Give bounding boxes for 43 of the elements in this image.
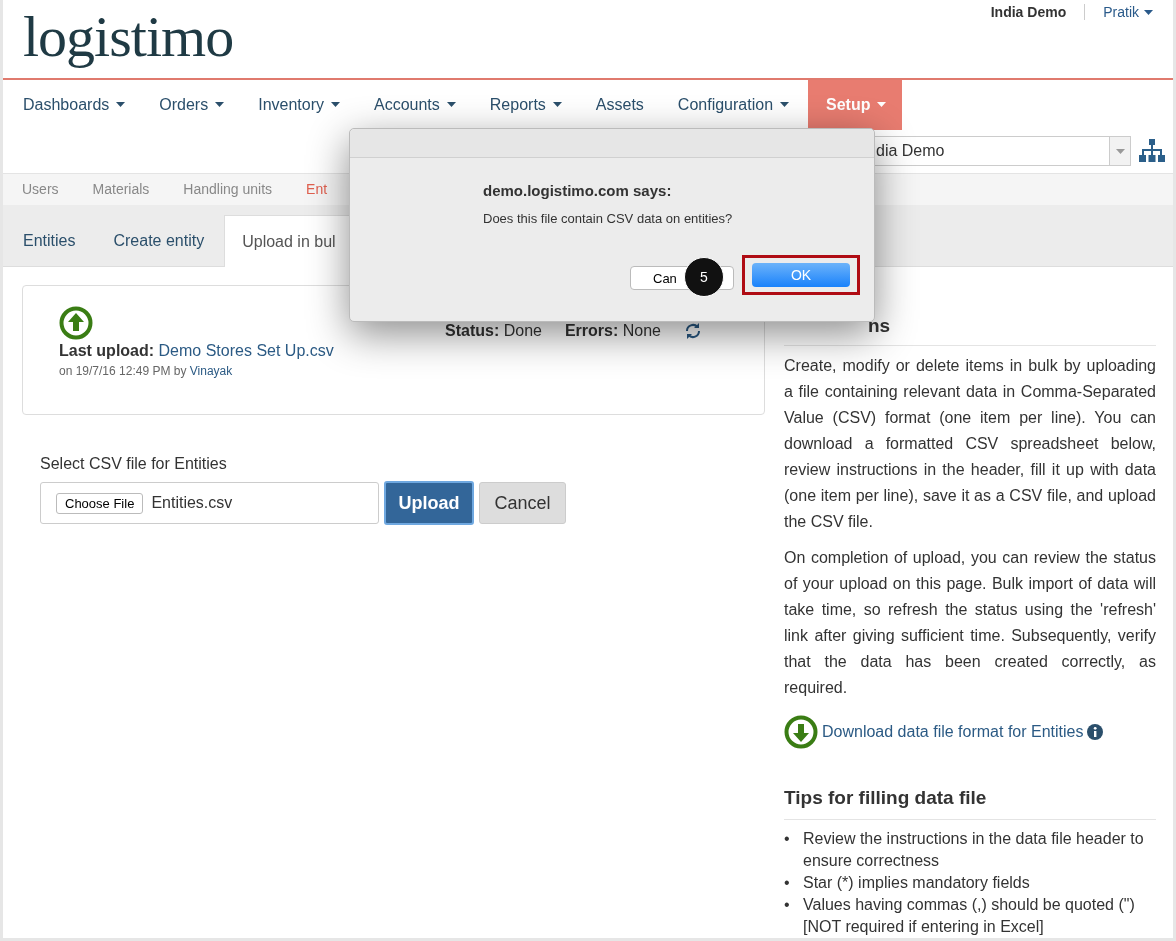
step-badge-tooltip: 5 [684,257,724,297]
choose-file-button[interactable]: Choose File [56,492,144,514]
nav-tab[interactable]: Inventory [240,79,356,130]
file-field[interactable]: Choose File Entities.csv [40,482,379,524]
file-link[interactable]: Demo Stores Set Up.csv [158,342,334,359]
user-menu[interactable]: Pratik [1103,4,1173,20]
nav-tab[interactable]: Accounts [356,79,472,130]
last-upload-text: Last upload: Demo Stores Set Up.csv [59,342,335,360]
hierarchy-icon[interactable] [1139,139,1165,164]
nav-tab[interactable]: Dashboards [5,79,142,130]
user-link[interactable]: Vinayak [189,364,233,378]
dropdown-icon [1115,148,1125,154]
download-icon [784,715,818,749]
upload-button[interactable]: Upload [384,481,474,525]
bullet: • [784,895,791,915]
tip-item: Values having commas (,) should be quoted (") [NOT required if entering in Excel] [803,895,1136,937]
logo: logistimo [23,3,234,71]
refresh-icon[interactable] [684,322,702,340]
errors-text: Errors: None [564,322,661,340]
caret-icon [1144,9,1153,15]
section-heading: Tips for filling data file [784,787,1156,820]
tip-item: Review the instructions in the data file header to ensure correctness [803,829,1145,871]
upload-icon [59,306,93,340]
nav-tab[interactable]: Assets [577,79,660,130]
dialog-message: Does this file contain CSV data on entities? [483,211,734,226]
cancel-button[interactable]: Cancel [479,482,566,524]
status-text: Status: Done [445,322,542,340]
tip-item: Star (*) implies mandatory fields [803,873,1030,893]
tab[interactable]: Create entity [95,215,223,266]
field-label: Select CSV file for Entities [40,455,228,473]
bullet: • [784,829,791,849]
bullet: • [784,873,791,893]
upload-meta-text: on 19/7/16 12:49 PM by Vinayak [59,364,234,378]
download-link[interactable]: Download data file format for Entities [822,723,1084,741]
info-icon[interactable] [1087,724,1104,740]
dialog-title: demo.logistimo.com says: [483,182,673,199]
instruction-paragraph: Create, modify or delete items in bulk by uploading a file containing relevant data in Comma-Separated Value (CSV) format (one item per line). You can download a formatted CSV spreadsheet below, review instructions in the header, fill it up with data (one item per line), save it as a CSV file, and upload the CSV file. [784,356,1156,532]
tab[interactable]: Entities [5,215,94,266]
domain-name: India Demo [990,4,1086,20]
nav-tab[interactable]: Orders [141,79,241,130]
nav-tab[interactable]: Configuration [659,79,806,130]
instruction-paragraph: On completion of upload, you can review the status of your upload on this page. Bulk import of data will take time, so refresh the status using the 'refresh' link after giving sufficient time. Subsequently, verify that the data has been created correctly, as required. [784,548,1156,698]
nav-tab[interactable]: Reports [471,79,578,130]
